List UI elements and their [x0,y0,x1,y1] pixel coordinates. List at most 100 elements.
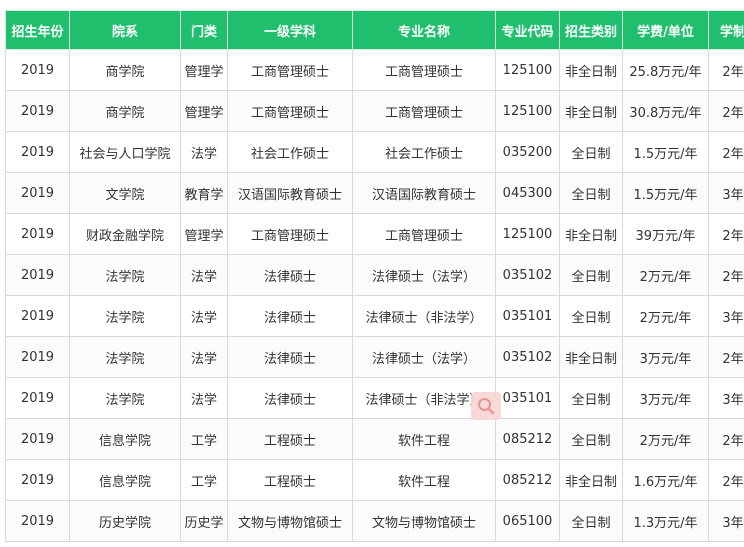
cell-discipline: 工商管理硕士 [227,90,353,132]
cell-department: 法学院 [69,336,181,378]
cell-category: 法学 [180,254,228,296]
cell-tuition: 2万元/年 [622,418,709,460]
cell-discipline: 工程硕士 [227,418,353,460]
cell-duration: 2年 [708,336,744,378]
cell-year: 2019 [5,172,70,214]
cell-category: 管理学 [180,90,228,132]
cell-year: 2019 [5,131,70,173]
cell-major-name: 法律硕士（法学） [352,336,496,378]
cell-major-code: 035101 [495,295,560,337]
cell-major-code: 035101 [495,377,560,419]
cell-discipline: 法律硕士 [227,336,353,378]
cell-major-code: 085212 [495,418,560,460]
cell-major-code: 065100 [495,500,560,542]
table-row: 2019 信息学院 工学 工程硕士 软件工程 085212 非全日制 1.6万元/年 2年 [5,459,744,501]
cell-enrollment-type: 全日制 [559,418,623,460]
cell-year: 2019 [5,418,70,460]
search-icon [478,398,495,415]
cell-major-name: 社会工作硕士 [352,131,496,173]
cell-duration: 3年 [708,295,744,337]
cell-enrollment-type: 全日制 [559,254,623,296]
cell-category: 法学 [180,336,228,378]
cell-discipline: 社会工作硕士 [227,131,353,173]
cell-tuition: 3万元/年 [622,377,709,419]
table-row: 2019 财政金融学院 管理学 工商管理硕士 工商管理硕士 125100 非全日制 39万元/… [5,213,744,255]
cell-discipline: 法律硕士 [227,254,353,296]
cell-major-code: 035200 [495,131,560,173]
cell-department: 社会与人口学院 [69,131,181,173]
table-row: 2019 社会与人口学院 法学 社会工作硕士 社会工作硕士 035200 全日制 1.5万元/… [5,131,744,173]
cell-duration: 2年 [708,418,744,460]
cell-enrollment-type: 全日制 [559,172,623,214]
cell-duration: 3年 [708,500,744,542]
cell-category: 法学 [180,295,228,337]
cell-year: 2019 [5,90,70,132]
cell-tuition: 1.5万元/年 [622,131,709,173]
table-row: 2019 法学院 法学 法律硕士 法律硕士（法学） 035102 全日制 2万元/年 2年 [5,254,744,296]
cell-department: 历史学院 [69,500,181,542]
table-row: 2019 法学院 法学 法律硕士 法律硕士（非法学） 035101 全日制 3万元/年 3年 [5,377,744,419]
cell-major-name: 文物与博物馆硕士 [352,500,496,542]
cell-tuition: 1.5万元/年 [622,172,709,214]
table-row: 2019 商学院 管理学 工商管理硕士 工商管理硕士 125100 非全日制 30.8万元/年… [5,90,744,132]
cell-discipline: 工程硕士 [227,459,353,501]
cell-discipline: 工商管理硕士 [227,213,353,255]
cell-year: 2019 [5,336,70,378]
cell-major-code: 125100 [495,49,560,91]
cell-year: 2019 [5,377,70,419]
floating-search-button[interactable] [471,392,501,420]
cell-tuition: 1.6万元/年 [622,459,709,501]
cell-department: 信息学院 [69,418,181,460]
cell-enrollment-type: 非全日制 [559,213,623,255]
cell-year: 2019 [5,459,70,501]
cell-tuition: 2万元/年 [622,254,709,296]
cell-year: 2019 [5,295,70,337]
cell-duration: 2年 [708,254,744,296]
cell-category: 管理学 [180,49,228,91]
cell-major-name: 工商管理硕士 [352,213,496,255]
cell-major-code: 035102 [495,336,560,378]
cell-duration: 2年 [708,90,744,132]
cell-tuition: 30.8万元/年 [622,90,709,132]
table-row: 2019 信息学院 工学 工程硕士 软件工程 085212 全日制 2万元/年 2年 [5,418,744,460]
cell-year: 2019 [5,49,70,91]
cell-major-code: 125100 [495,213,560,255]
cell-department: 法学院 [69,254,181,296]
cell-department: 法学院 [69,377,181,419]
cell-major-name: 法律硕士（非法学） [352,295,496,337]
cell-enrollment-type: 全日制 [559,295,623,337]
cell-major-name: 软件工程 [352,459,496,501]
cell-major-code: 125100 [495,90,560,132]
cell-duration: 2年 [708,131,744,173]
cell-major-code: 085212 [495,459,560,501]
cell-category: 管理学 [180,213,228,255]
table-row: 2019 商学院 管理学 工商管理硕士 工商管理硕士 125100 非全日制 25.8万元/年… [5,49,744,91]
program-table: 招生年份 院系 门类 一级学科 专业名称 专业代码 招生类别 学费/单位 学制 … [5,10,744,542]
cell-enrollment-type: 全日制 [559,377,623,419]
cell-category: 法学 [180,131,228,173]
cell-department: 财政金融学院 [69,213,181,255]
cell-department: 商学院 [69,90,181,132]
table-row: 2019 法学院 法学 法律硕士 法律硕士（法学） 035102 非全日制 3万元/年 2年 [5,336,744,378]
cell-category: 法学 [180,377,228,419]
cell-major-name: 工商管理硕士 [352,90,496,132]
cell-duration: 2年 [708,213,744,255]
header-row: 招生年份 院系 门类 一级学科 专业名称 专业代码 招生类别 学费/单位 学制 [5,10,744,50]
cell-tuition: 39万元/年 [622,213,709,255]
table-row: 2019 历史学院 历史学 文物与博物馆硕士 文物与博物馆硕士 065100 全日制 1.3万… [5,500,744,542]
cell-major-name: 法律硕士（法学） [352,254,496,296]
header-category: 门类 [180,10,228,50]
program-table-container: 招生年份 院系 门类 一级学科 专业名称 专业代码 招生类别 学费/单位 学制 … [5,10,744,543]
table-row: 2019 文学院 教育学 汉语国际教育硕士 汉语国际教育硕士 045300 全日制 1.5万元… [5,172,744,214]
cell-duration: 2年 [708,459,744,501]
header-tuition: 学费/单位 [622,10,709,50]
header-enrollment-type: 招生类别 [559,10,623,50]
cell-discipline: 法律硕士 [227,377,353,419]
cell-duration: 2年 [708,49,744,91]
cell-enrollment-type: 全日制 [559,131,623,173]
header-year: 招生年份 [5,10,70,50]
cell-enrollment-type: 非全日制 [559,459,623,501]
cell-enrollment-type: 非全日制 [559,49,623,91]
cell-category: 工学 [180,418,228,460]
cell-tuition: 1.3万元/年 [622,500,709,542]
